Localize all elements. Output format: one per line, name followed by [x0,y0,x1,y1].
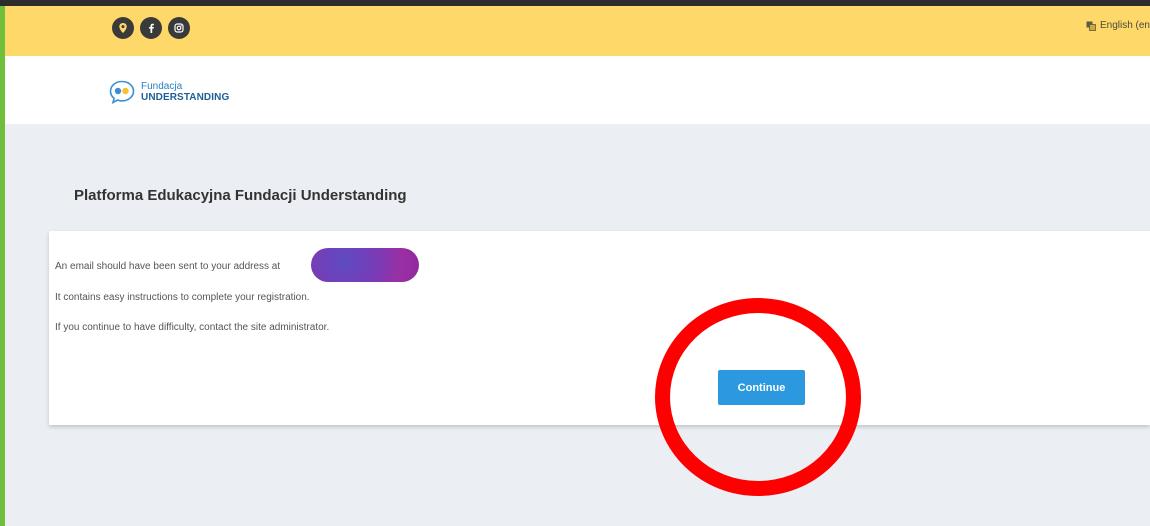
instructions-message: It contains easy instructions to complet… [55,292,310,303]
browser-viewport: English (en Fundacja UNDERSTANDING Platf… [0,0,1150,526]
site-header: Fundacja UNDERSTANDING [5,56,1150,124]
logo-text: Fundacja UNDERSTANDING [141,81,229,103]
continue-button[interactable]: Continue [718,370,805,405]
social-bar: English (en [5,6,1150,56]
instagram-icon[interactable] [168,17,190,39]
language-label: English (en [1099,20,1150,31]
logo-line-2: UNDERSTANDING [141,92,230,103]
email-sent-message: An email should have been sent to your a… [55,261,281,272]
location-icon[interactable] [112,17,134,39]
language-icon [1086,21,1096,31]
confirmation-card: An email should have been sent to your a… [49,231,1150,425]
site-logo[interactable]: Fundacja UNDERSTANDING [109,80,229,104]
page-title: Platforma Edukacyjna Fundacji Understand… [74,187,407,204]
main-content: Platforma Edukacyjna Fundacji Understand… [5,124,1150,526]
redacted-email-address [311,248,419,282]
social-icons [112,17,190,39]
logo-line-1: Fundacja [141,81,183,92]
language-selector[interactable]: English (en [1086,20,1150,31]
logo-speech-bubble-icon [109,80,135,104]
difficulty-message: If you continue to have difficulty, cont… [55,322,330,333]
facebook-icon[interactable] [140,17,162,39]
